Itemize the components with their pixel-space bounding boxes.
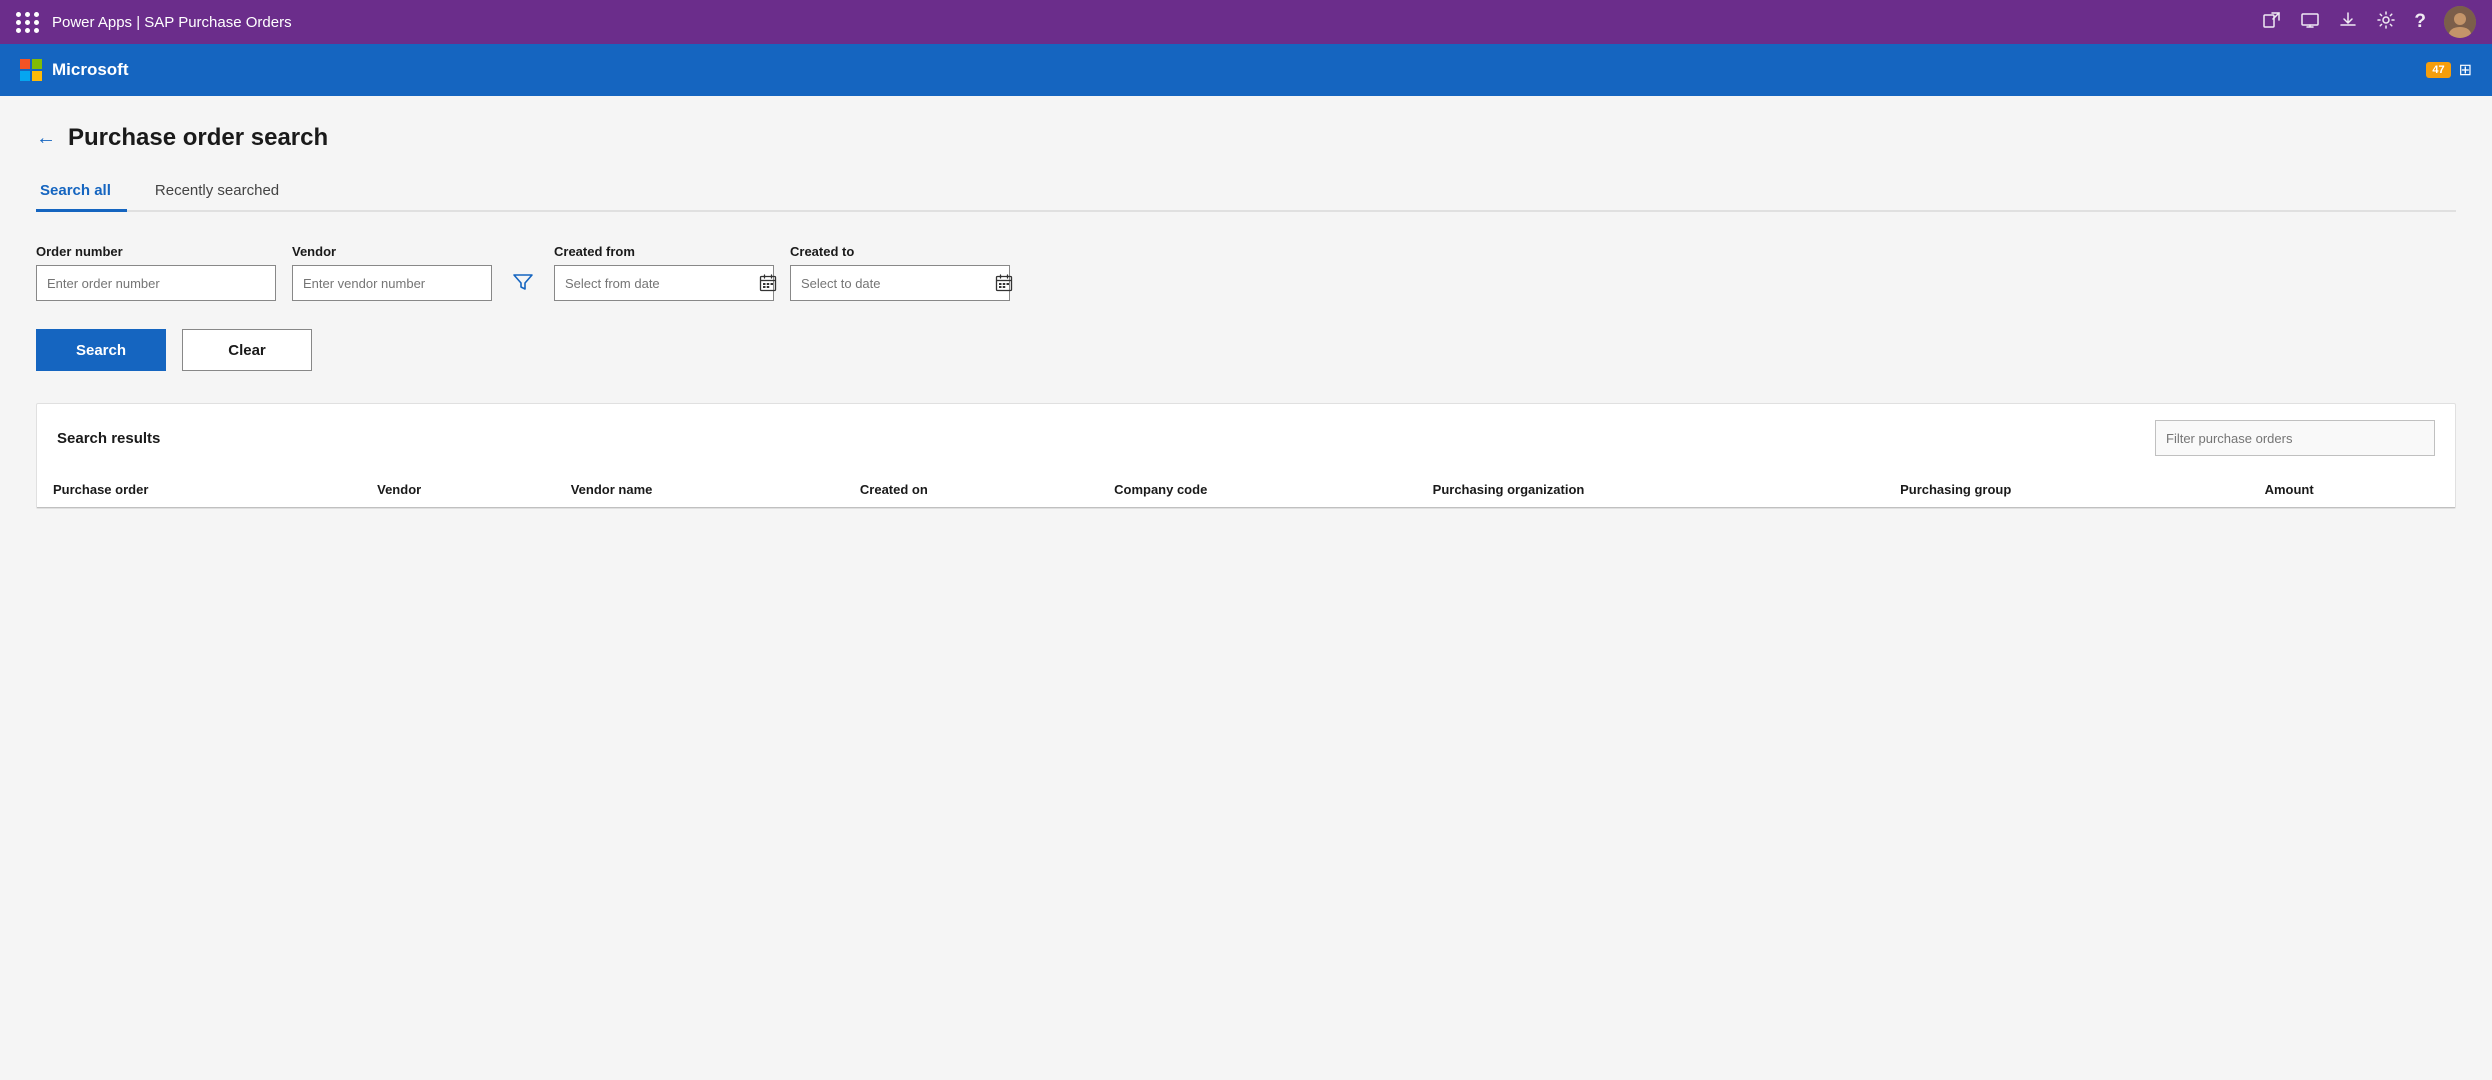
app-launcher-icon[interactable] <box>16 12 40 33</box>
col-amount: Amount <box>2249 472 2455 508</box>
tab-search-all[interactable]: Search all <box>36 172 127 212</box>
created-from-input[interactable] <box>555 276 751 291</box>
vendor-field-group: Vendor <box>292 244 492 301</box>
form-buttons: Search Clear <box>36 329 2456 371</box>
vendor-label: Vendor <box>292 244 492 259</box>
col-purchase-order: Purchase order <box>37 472 361 508</box>
microsoft-logo-text: Microsoft <box>52 60 129 80</box>
col-vendor: Vendor <box>361 472 555 508</box>
download-icon[interactable] <box>2338 10 2358 35</box>
results-header: Search results <box>37 404 2455 472</box>
page-header: ← Purchase order search <box>36 124 2456 152</box>
user-avatar[interactable] <box>2444 6 2476 38</box>
results-section: Search results Purchase order Vendor Ven… <box>36 403 2456 509</box>
table-header-row: Purchase order Vendor Vendor name Create… <box>37 472 2455 508</box>
order-number-label: Order number <box>36 244 276 259</box>
vendor-input[interactable] <box>292 265 492 301</box>
apps-icon[interactable]: ⊞ <box>2459 60 2472 80</box>
notification-badge[interactable]: 47 <box>2426 62 2450 78</box>
created-to-calendar-icon[interactable] <box>987 274 1021 292</box>
ms-bar-right: 47 ⊞ <box>2426 60 2472 80</box>
ms-squares-icon <box>20 59 42 81</box>
filter-input-wrapper <box>2155 420 2435 456</box>
top-navigation: Power Apps | SAP Purchase Orders <box>0 0 2492 44</box>
created-from-label: Created from <box>554 244 774 259</box>
app-title: Power Apps | SAP Purchase Orders <box>52 14 292 31</box>
order-number-input[interactable] <box>36 265 276 301</box>
created-to-label: Created to <box>790 244 1010 259</box>
screen-icon[interactable] <box>2300 10 2320 35</box>
search-button[interactable]: Search <box>36 329 166 371</box>
back-button[interactable]: ← <box>36 128 56 148</box>
col-company-code: Company code <box>1098 472 1417 508</box>
help-icon[interactable]: ? <box>2414 11 2426 33</box>
clear-button[interactable]: Clear <box>182 329 312 371</box>
created-to-wrapper <box>790 265 1010 301</box>
results-table: Purchase order Vendor Vendor name Create… <box>37 472 2455 508</box>
created-to-input[interactable] <box>791 276 987 291</box>
microsoft-logo: Microsoft <box>20 59 129 81</box>
top-nav-left: Power Apps | SAP Purchase Orders <box>16 12 292 33</box>
results-title: Search results <box>57 430 160 447</box>
share-icon[interactable] <box>2262 10 2282 35</box>
tabs-bar: Search all Recently searched <box>36 172 2456 212</box>
col-purchasing-organization: Purchasing organization <box>1417 472 1884 508</box>
microsoft-bar: Microsoft 47 ⊞ <box>0 44 2492 96</box>
created-from-field-group: Created from <box>554 244 774 301</box>
col-created-on: Created on <box>844 472 1098 508</box>
tab-recently-searched[interactable]: Recently searched <box>151 172 295 212</box>
order-number-field-group: Order number <box>36 244 276 301</box>
col-vendor-name: Vendor name <box>555 472 844 508</box>
page-title: Purchase order search <box>68 124 328 152</box>
created-from-wrapper <box>554 265 774 301</box>
col-purchasing-group: Purchasing group <box>1884 472 2248 508</box>
created-to-field-group: Created to <box>790 244 1010 301</box>
top-nav-right: ? <box>2262 6 2476 38</box>
filter-icon-button[interactable] <box>508 265 538 301</box>
filter-purchase-orders-input[interactable] <box>2156 431 2434 446</box>
settings-icon[interactable] <box>2376 10 2396 35</box>
created-from-calendar-icon[interactable] <box>751 274 785 292</box>
main-content: ← Purchase order search Search all Recen… <box>0 96 2492 1080</box>
search-form: Order number Vendor Created from <box>36 244 2456 301</box>
